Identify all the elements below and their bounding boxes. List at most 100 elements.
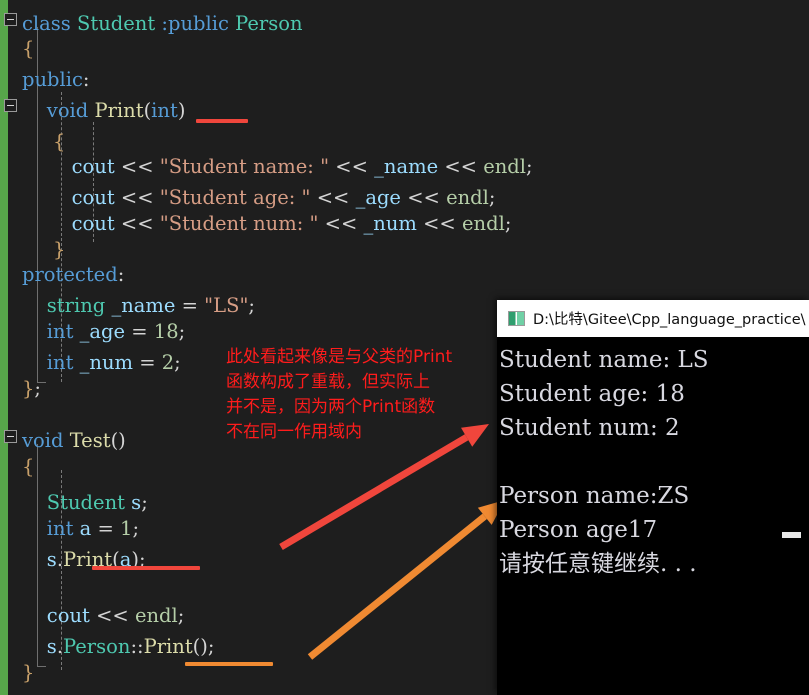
code-token: : [82, 68, 90, 91]
screenshot-root: class Student :public Person { public: voi… [0, 0, 809, 695]
code-token: } [22, 661, 35, 684]
code-token: int [46, 351, 74, 374]
code-token: Print [94, 99, 144, 122]
code-token: "Student num: " [159, 212, 319, 235]
console-cursor [782, 532, 801, 538]
code-token: << [120, 186, 154, 209]
code-token: string [46, 294, 106, 317]
code-token: _name [374, 155, 439, 178]
code-token: ; [178, 320, 186, 343]
code-line[interactable]: int _age = 18; [0, 316, 542, 348]
person-print-underline [185, 662, 273, 666]
code-token: << [407, 186, 440, 209]
console-window[interactable]: D:\比特\Gitee\Cpp_language_practice\ Stude… [497, 300, 809, 695]
code-token: cout [71, 212, 115, 235]
code-token: = [91, 517, 121, 540]
code-token: "LS" [204, 294, 249, 317]
code-token: ; [526, 155, 533, 178]
code-token: a [79, 517, 92, 540]
code-token: << [324, 212, 358, 235]
code-token: int [151, 99, 178, 122]
code-token: endl [446, 186, 489, 209]
code-token: 1 [120, 517, 133, 540]
code-token: ; [488, 186, 496, 209]
code-line[interactable]: { [0, 33, 542, 65]
code-token: cout [46, 604, 90, 627]
code-line[interactable]: cout << "Student name: " << _name << end… [0, 151, 542, 183]
code-token: void [22, 429, 64, 452]
code-token: void [46, 99, 89, 122]
code-token: s [46, 548, 57, 571]
code-token: int [46, 517, 74, 540]
code-line[interactable]: int a = 1; [0, 513, 542, 545]
code-token: cout [71, 155, 115, 178]
code-token: 18 [153, 320, 179, 343]
code-token: cout [71, 186, 115, 209]
code-token: int [46, 320, 74, 343]
s-print-a-underline [92, 566, 200, 570]
code-token: Student [46, 491, 125, 514]
code-token: << [316, 186, 350, 209]
code-token: (); [192, 635, 215, 658]
code-token: endl [483, 155, 527, 178]
code-line[interactable]: protected: [0, 259, 542, 291]
code-token: ; [248, 294, 255, 317]
code-token: 2 [161, 351, 175, 374]
code-line[interactable]: { [0, 451, 542, 483]
code-token: () [110, 429, 126, 452]
code-token: Test [69, 429, 111, 452]
code-token: class [22, 12, 71, 35]
console-output: Student name: LS Student age: 18 Student… [499, 347, 709, 577]
code-token: s [46, 635, 57, 658]
console-title-bar[interactable]: D:\比特\Gitee\Cpp_language_practice\ [497, 300, 809, 337]
code-token: _num [363, 212, 417, 235]
code-token: ; [177, 604, 185, 627]
code-token: << [444, 155, 477, 178]
code-token: "Student age: " [159, 186, 311, 209]
code-token: Student [77, 12, 156, 35]
code-line[interactable]: cout << endl; [0, 600, 542, 632]
code-token: } [53, 238, 66, 261]
code-token: :public [161, 12, 229, 35]
code-token: { [22, 37, 35, 60]
code-token: :: [130, 635, 144, 658]
code-token: << [96, 604, 129, 627]
code-token: << [335, 155, 368, 178]
code-token: Print [143, 635, 193, 658]
code-token: << [120, 155, 154, 178]
code-line[interactable]: s.Print(a); [0, 544, 542, 576]
code-line[interactable]: void Print(int) [0, 95, 542, 127]
code-token: _age [355, 186, 401, 209]
code-token: Person [63, 635, 131, 658]
code-token: _num [79, 351, 133, 374]
code-token: << [120, 212, 154, 235]
code-token: ; [132, 517, 140, 540]
code-token: ) [177, 99, 186, 122]
code-token: = [133, 351, 162, 374]
code-token: Person [235, 12, 303, 35]
code-token: endl [461, 212, 505, 235]
code-token: ; [34, 377, 41, 400]
int-param-underline [196, 119, 248, 123]
annotation-note: 此处看起来像是与父类的Print 函数构成了重载，但实际上 并不是，因为两个Pr… [226, 347, 453, 442]
code-token: endl [134, 604, 178, 627]
code-token: = [175, 294, 205, 317]
code-token: _name [111, 294, 176, 317]
code-token: _age [79, 320, 126, 343]
code-token: ; [141, 491, 148, 514]
code-token: << [423, 212, 456, 235]
code-token: ; [504, 212, 512, 235]
code-line[interactable]: public: [0, 64, 542, 96]
code-token: { [53, 130, 66, 153]
